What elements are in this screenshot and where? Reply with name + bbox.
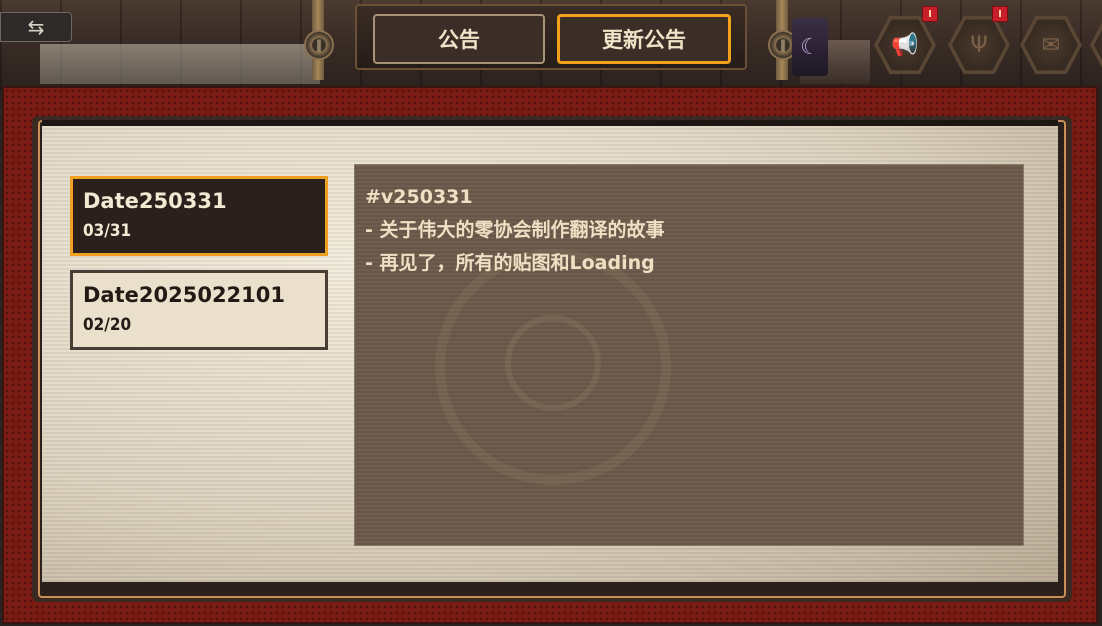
list-item-title: Date250331 (83, 189, 227, 213)
tab-bar-left-knob: ‖ (304, 30, 334, 60)
faded-emblem-center (505, 315, 601, 411)
list-item[interactable]: Date2025022101 02/20 (70, 270, 328, 350)
tab-update-label: 更新公告 (602, 28, 686, 52)
content-line: - 关于伟大的零协会制作翻译的故事 (365, 219, 665, 241)
megaphone-icon: 📢 (891, 32, 919, 58)
list-item-date: 03/31 (83, 221, 132, 241)
announcement-content: #v250331 - 关于伟大的零协会制作翻译的故事 - 再见了，所有的贴图和L… (354, 164, 1024, 546)
list-item-date: 02/20 (83, 315, 132, 335)
notification-badge (922, 6, 938, 22)
back-button[interactable]: ⇆ (0, 12, 72, 42)
tab-notice-label: 公告 (438, 28, 480, 52)
list-item-title: Date2025022101 (83, 283, 286, 307)
trident-icon: Ψ (970, 32, 988, 58)
content-heading: #v250331 (365, 186, 473, 208)
swap-arrows-icon: ⇆ (27, 15, 45, 39)
mail-icon: ✉ (1041, 32, 1061, 58)
content-line: - 再见了，所有的贴图和Loading (365, 252, 655, 274)
tab-notice[interactable]: 公告 (373, 14, 545, 64)
tab-update-notice[interactable]: 更新公告 (557, 14, 731, 64)
list-item[interactable]: Date250331 03/31 (70, 176, 328, 256)
tab-bar: 公告 更新公告 (355, 4, 747, 70)
background-window (40, 44, 320, 84)
moon-icon[interactable]: ☾ (792, 18, 828, 76)
notification-badge (992, 6, 1008, 22)
